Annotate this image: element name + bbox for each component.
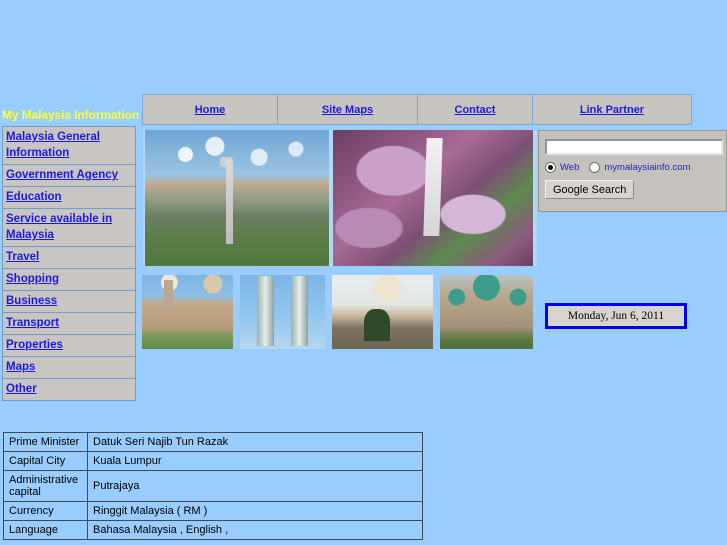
radio-label-web[interactable]: Web: [560, 162, 579, 173]
fact-key-capital-city: Capital City: [3, 451, 88, 471]
photo-petronas-twin-towers: [240, 274, 325, 349]
sidebar-item-shopping[interactable]: Shopping: [3, 269, 135, 291]
gallery-top-row: [142, 129, 538, 267]
sidebar-link-business[interactable]: Business: [6, 295, 57, 307]
search-scope-options: Web mymalaysiainfo.com: [545, 162, 720, 173]
fact-key-currency: Currency: [3, 501, 88, 521]
sidebar-link-government-agency[interactable]: Government Agency: [6, 169, 118, 181]
sidebar-link-education[interactable]: Education: [6, 191, 62, 203]
radio-web[interactable]: [545, 162, 556, 173]
radio-label-site[interactable]: mymalaysiainfo.com: [604, 162, 690, 173]
sidebar-link-shopping[interactable]: Shopping: [6, 273, 59, 285]
fact-key-prime-minister: Prime Minister: [3, 432, 88, 452]
fact-key-administrative-capital: Administrative capital: [3, 470, 88, 502]
photo-putra-mosque: [440, 274, 533, 349]
site-title: My Malaysia Information: [2, 108, 140, 122]
table-row: Administrative capital Putrajaya: [3, 470, 423, 502]
photo-sultan-abdul-samad-building: [142, 274, 233, 349]
table-row: Capital City Kuala Lumpur: [3, 451, 423, 471]
table-row: Language Bahasa Malaysia , English ,: [3, 520, 423, 540]
photo-istana-negara: [332, 274, 433, 349]
nav-item-contact[interactable]: Contact: [418, 95, 533, 124]
sidebar-link-service-available-in-malaysia[interactable]: Service available in Malaysia: [6, 213, 112, 241]
nav-item-link-partner[interactable]: Link Partner: [533, 95, 691, 124]
photo-sepang-circuit: [333, 130, 533, 266]
sidebar-item-service-available-in-malaysia[interactable]: Service available in Malaysia: [3, 209, 135, 247]
nav-item-home[interactable]: Home: [143, 95, 278, 124]
table-row: Currency Ringgit Malaysia ( RM ): [3, 501, 423, 521]
nav-link-site-maps[interactable]: Site Maps: [322, 104, 373, 116]
sidebar-item-properties[interactable]: Properties: [3, 335, 135, 357]
date-display: Monday, Jun 6, 2011: [545, 303, 687, 329]
sidebar-item-other[interactable]: Other: [3, 379, 135, 400]
sidebar-menu: Malaysia General Information Government …: [2, 126, 136, 401]
sidebar-link-travel[interactable]: Travel: [6, 251, 39, 263]
sidebar-link-other[interactable]: Other: [6, 383, 37, 395]
sidebar-item-business[interactable]: Business: [3, 291, 135, 313]
sidebar-item-malaysia-general-information[interactable]: Malaysia General Information: [3, 127, 135, 165]
google-search-button[interactable]: Google Search: [545, 180, 635, 199]
sidebar-item-maps[interactable]: Maps: [3, 357, 135, 379]
radio-site[interactable]: [589, 162, 601, 173]
sidebar-link-properties[interactable]: Properties: [6, 339, 63, 351]
search-input[interactable]: [545, 139, 723, 155]
sidebar-item-travel[interactable]: Travel: [3, 247, 135, 269]
fact-value-capital-city: Kuala Lumpur: [87, 451, 423, 471]
fact-value-prime-minister: Datuk Seri Najib Tun Razak: [87, 432, 423, 452]
nav-link-home[interactable]: Home: [195, 104, 226, 116]
sidebar-item-education[interactable]: Education: [3, 187, 135, 209]
fact-key-language: Language: [3, 520, 88, 540]
gallery-bottom-row: [142, 273, 538, 350]
sidebar-link-transport[interactable]: Transport: [6, 317, 59, 329]
sidebar-item-transport[interactable]: Transport: [3, 313, 135, 335]
fact-value-currency: Ringgit Malaysia ( RM ): [87, 501, 423, 521]
photo-klia-airport: [145, 130, 329, 266]
sidebar-link-malaysia-general-information[interactable]: Malaysia General Information: [6, 131, 100, 159]
google-search-panel: Web mymalaysiainfo.com Google Search: [538, 130, 727, 212]
nav-link-link-partner[interactable]: Link Partner: [580, 104, 644, 116]
nav-link-contact[interactable]: Contact: [455, 104, 496, 116]
malaysia-facts-table: Prime Minister Datuk Seri Najib Tun Raza…: [3, 432, 423, 540]
table-row: Prime Minister Datuk Seri Najib Tun Raza…: [3, 432, 423, 452]
sidebar-item-government-agency[interactable]: Government Agency: [3, 165, 135, 187]
nav-item-site-maps[interactable]: Site Maps: [278, 95, 418, 124]
sidebar-link-maps[interactable]: Maps: [6, 361, 35, 373]
fact-value-language: Bahasa Malaysia , English ,: [87, 520, 423, 540]
top-navigation-bar: Home Site Maps Contact Link Partner: [142, 94, 692, 125]
fact-value-administrative-capital: Putrajaya: [87, 470, 423, 502]
